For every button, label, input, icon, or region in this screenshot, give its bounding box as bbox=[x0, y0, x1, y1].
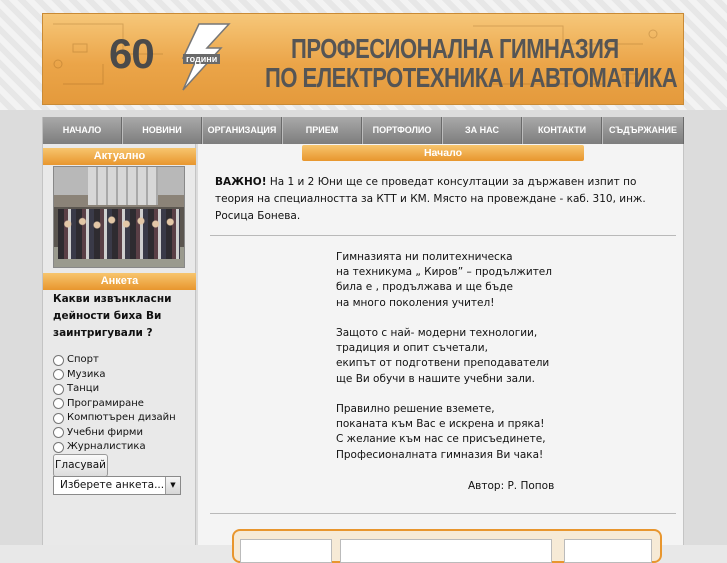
poll-option[interactable]: Учебни фирми bbox=[53, 426, 193, 441]
years-label: години bbox=[183, 54, 221, 64]
nav-item-news[interactable]: НОВИНИ bbox=[122, 117, 202, 144]
divider bbox=[210, 513, 676, 514]
poll-option[interactable]: Компютърен дизайн bbox=[53, 411, 193, 426]
poem-stanza: Гимназията ни политехническа на техникум… bbox=[336, 250, 636, 311]
poem-line: на много поколения учител! bbox=[336, 296, 495, 309]
nav-item-contents[interactable]: СЪДЪРЖАНИЕ bbox=[602, 117, 684, 144]
poll-option-label: Компютърен дизайн bbox=[67, 412, 176, 423]
main-navigation: НАЧАЛО НОВИНИ ОРГАНИЗАЦИЯ ПРИЕМ ПОРТФОЛИ… bbox=[42, 117, 684, 144]
sidebar: Актуално Анкета Какви извънкласни дейнос… bbox=[42, 144, 196, 545]
bottom-link-cell[interactable] bbox=[340, 539, 552, 563]
page-title: Начало bbox=[302, 145, 584, 161]
poll-option[interactable]: Танци bbox=[53, 382, 193, 397]
vote-button[interactable]: Гласувай bbox=[53, 454, 108, 477]
poll-option[interactable]: Музика bbox=[53, 368, 193, 383]
poll-question: Какви извънкласни дейности биха Ви заинт… bbox=[53, 293, 172, 339]
nav-item-organization[interactable]: ОРГАНИЗАЦИЯ bbox=[202, 117, 282, 144]
main-content: Начало ВАЖНО! На 1 и 2 Юни ще се проведа… bbox=[198, 144, 684, 563]
poll-option-label: Спорт bbox=[67, 354, 99, 365]
news-photo[interactable] bbox=[53, 166, 185, 268]
site-banner[interactable]: 60 години ПРОФЕСИОНАЛНА ГИМНАЗИЯ ПО ЕЛЕК… bbox=[42, 13, 684, 105]
poll-option[interactable]: Спорт bbox=[53, 353, 193, 368]
anniversary-number: 60 bbox=[109, 30, 155, 77]
poem-line: Правилно решение вземете, bbox=[336, 403, 495, 415]
bottom-link-cell[interactable] bbox=[240, 539, 332, 563]
nav-item-home[interactable]: НАЧАЛО bbox=[42, 117, 122, 144]
poem-line: ще Ви обучи в нашите учебни зали. bbox=[336, 372, 535, 385]
news-section-title: Актуално bbox=[43, 148, 196, 165]
radio-button[interactable] bbox=[53, 398, 64, 410]
poll-section-title: Анкета bbox=[43, 273, 196, 290]
radio-button[interactable] bbox=[53, 369, 64, 381]
radio-button[interactable] bbox=[53, 441, 64, 453]
poem-line: традиция и опит съчетали, bbox=[336, 342, 488, 355]
radio-button[interactable] bbox=[53, 354, 64, 366]
radio-button[interactable] bbox=[53, 383, 64, 395]
poem-line: Професионалната гимназия Ви чака! bbox=[336, 448, 544, 461]
bottom-links-box bbox=[232, 529, 662, 563]
school-name-line2: ПО ЕЛЕКТРОТЕХНИКА И АВТОМАТИКА bbox=[265, 62, 678, 94]
radio-button[interactable] bbox=[53, 427, 64, 439]
poem-line: Защото с най- модерни технологии, bbox=[336, 327, 538, 339]
bottom-link-cell[interactable] bbox=[564, 539, 652, 563]
poll-select-value: Изберете анкета... bbox=[60, 479, 165, 491]
photo-building bbox=[88, 167, 158, 205]
poll-options: Спорт Музика Танци Програмиране Компютър… bbox=[53, 353, 193, 455]
poem-line: екипът от подготвени преподаватели bbox=[336, 357, 550, 370]
divider bbox=[210, 235, 676, 236]
poem-stanza: Правилно решение вземете, поканата към В… bbox=[336, 402, 636, 463]
poem-line: на техникума „ Киров” – продължител bbox=[336, 266, 552, 279]
poll-option-label: Танци bbox=[67, 383, 100, 394]
nav-item-portfolio[interactable]: ПОРТФОЛИО bbox=[362, 117, 442, 144]
announcement-label: ВАЖНО! bbox=[215, 176, 267, 188]
photo-group bbox=[58, 209, 180, 259]
poem-author: Автор: Р. Попов bbox=[468, 480, 555, 492]
poll-option-label: Журналистика bbox=[67, 441, 146, 452]
poll-option-label: Програмиране bbox=[67, 397, 144, 409]
poem-line: била е , продължава и ще бъде bbox=[336, 281, 513, 294]
poll-option[interactable]: Програмиране bbox=[53, 397, 193, 412]
announcement-text: На 1 и 2 Юни ще се проведат консултации … bbox=[215, 176, 646, 222]
poll-option[interactable]: Журналистика bbox=[53, 440, 193, 455]
poll-option-label: Учебни фирми bbox=[67, 426, 143, 438]
poem-stanza: Защото с най- модерни технологии, традиц… bbox=[336, 326, 636, 387]
nav-item-admission[interactable]: ПРИЕМ bbox=[282, 117, 362, 144]
nav-item-contacts[interactable]: КОНТАКТИ bbox=[522, 117, 602, 144]
announcement: ВАЖНО! На 1 и 2 Юни ще се проведат консу… bbox=[215, 174, 671, 225]
school-name-line1: ПРОФЕСИОНАЛНА ГИМНАЗИЯ bbox=[291, 33, 619, 65]
poll-option-label: Музика bbox=[67, 368, 106, 380]
poem: Гимназията ни политехническа на техникум… bbox=[336, 250, 636, 478]
nav-item-about[interactable]: ЗА НАС bbox=[442, 117, 522, 144]
poem-line: поканата към Вас е искрена и пряка! bbox=[336, 418, 545, 431]
dropdown-arrow-icon[interactable]: ▼ bbox=[165, 477, 180, 494]
poem-line: Гимназията ни политехническа bbox=[336, 251, 513, 263]
radio-button[interactable] bbox=[53, 412, 64, 424]
poem-line: С желание към нас се присъединете, bbox=[336, 433, 546, 446]
poll-select-dropdown[interactable]: Изберете анкета... ▼ bbox=[53, 476, 181, 495]
